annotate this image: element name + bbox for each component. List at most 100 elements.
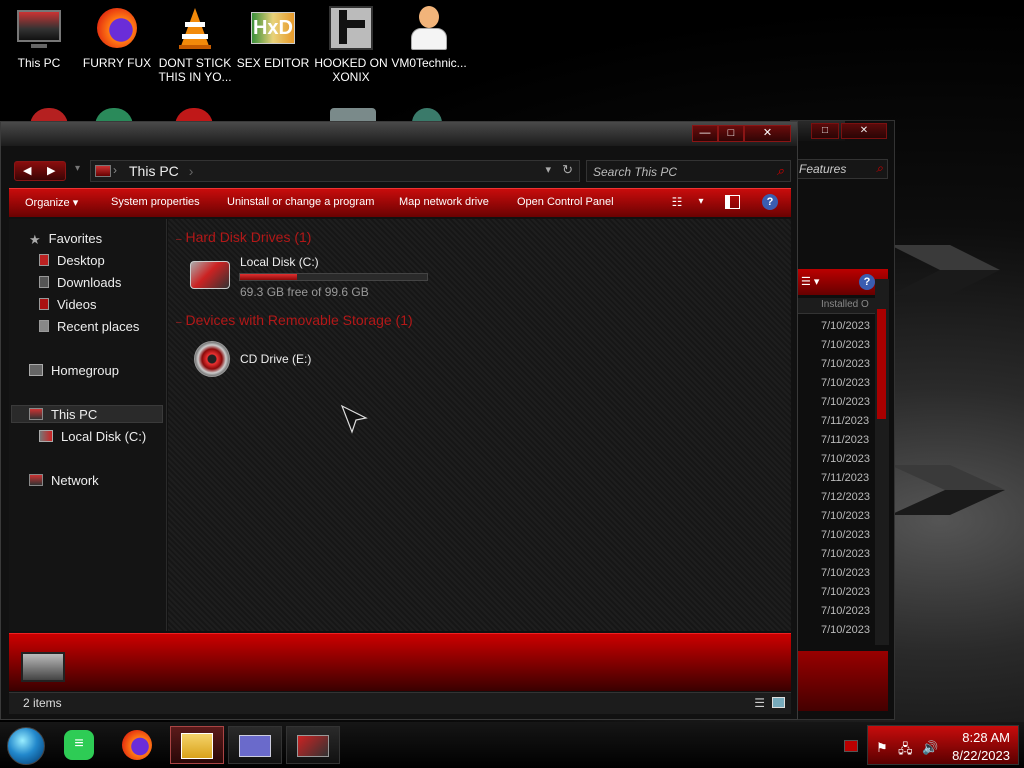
nav-item-videos[interactable]: Videos [39,297,97,312]
maximize-button[interactable]: □ [718,125,744,142]
uninstall-program-button[interactable]: Uninstall or change a program [227,196,374,208]
details-pane [9,633,791,691]
vertical-scrollbar[interactable] [875,279,889,645]
action-center-flag-icon[interactable]: ⚑ [876,740,888,756]
start-orb-icon[interactable] [7,727,45,765]
help-icon[interactable]: ? [859,274,875,290]
map-network-drive-button[interactable]: Map network drive [399,196,489,208]
open-control-panel-button[interactable]: Open Control Panel [517,196,614,208]
desktop-icon-furry-fux[interactable]: FURRY FUX [78,4,156,70]
list-item[interactable]: 7/12/2023 [821,488,877,507]
list-item[interactable]: 7/10/2023 [821,336,877,355]
address-bar[interactable]: › This PC › ▾ ↻ [90,160,580,182]
nav-item-desktop[interactable]: Desktop [39,253,105,268]
forward-arrow-icon[interactable]: ▶ [47,164,55,177]
list-item[interactable]: 7/10/2023 [821,545,877,564]
address-breadcrumb-separator-icon[interactable]: › [189,163,194,179]
list-item[interactable]: 7/11/2023 [821,469,877,488]
taskbar-notes-app[interactable]: ≡ [54,726,108,764]
drive-free-space: 69.3 GB free of 99.6 GB [240,285,369,299]
address-text: This PC [129,163,179,179]
list-item[interactable]: 7/11/2023 [821,431,877,450]
list-item[interactable]: 7/11/2023 [821,412,877,431]
list-item[interactable]: 7/10/2023 [821,564,877,583]
nav-item-favorites[interactable]: ★ Favorites [29,231,102,248]
taskbar-graphics-app[interactable] [286,726,340,764]
graphics-card-icon [297,735,329,757]
network-icon[interactable]: 🖧 [898,740,913,762]
scrollbar-thumb[interactable] [877,309,886,419]
details-view-icon[interactable]: ☰ [754,696,765,710]
group-header-label: Devices with Removable Storage (1) [185,312,413,328]
desktop-icon-label: SEX EDITOR [236,56,310,70]
nav-label: Videos [57,297,97,312]
large-icons-view-icon[interactable] [772,697,785,708]
close-button[interactable]: ✕ [744,125,791,142]
view-options-icon[interactable]: ☰ ▾ [801,275,819,288]
desktop-icon-vm0technician[interactable]: VM0Technic... [390,4,468,70]
nav-label: Homegroup [51,363,119,378]
minimize-button[interactable]: — [692,125,718,142]
nav-item-local-disk[interactable]: Local Disk (C:) [39,429,146,444]
desktop-icon-this-pc[interactable]: This PC [0,4,78,70]
desktop-icon-sex-editor[interactable]: HxD SEX EDITOR [234,4,312,70]
volume-icon[interactable]: 🔊 [922,740,938,756]
window-titlebar[interactable] [1,122,797,146]
background-close-button[interactable]: ✕ [841,123,887,139]
desktop-icon-dont-stick[interactable]: DONT STICK THIS IN YO... [156,4,234,84]
address-history-dropdown-icon[interactable]: ▾ [545,163,551,176]
desktop-icon-label: FURRY FUX [82,56,152,70]
drive-tile-local-disk[interactable]: Local Disk (C:) 69.3 GB free of 99.6 GB [186,253,436,299]
view-dropdown-chevron-icon[interactable]: ▾ [693,194,709,210]
refresh-icon[interactable]: ↻ [562,162,573,178]
list-item[interactable]: 7/10/2023 [821,374,877,393]
list-item[interactable]: 7/10/2023 [821,621,877,640]
nav-item-network[interactable]: Network [29,473,99,488]
help-button[interactable]: ? [762,194,778,210]
list-item[interactable]: 7/10/2023 [821,583,877,602]
back-arrow-icon[interactable]: ◀ [23,164,31,177]
group-header-hard-disk-drives[interactable]: – Hard Disk Drives (1) [176,229,311,245]
desktop-icon-hooked-on-xonix[interactable]: HOOKED ON XONIX [312,4,390,84]
list-item[interactable]: 7/10/2023 [821,526,877,545]
drive-tile-cd-drive[interactable]: CD Drive (E:) [186,339,386,379]
mouse-cursor-icon [340,404,368,434]
column-header-installed-on[interactable]: Installed O [791,298,877,314]
list-item[interactable]: 7/10/2023 [821,355,877,374]
list-item[interactable]: 7/10/2023 [821,602,877,621]
this-pc-icon [95,165,111,177]
show-hidden-icons-button[interactable] [844,740,858,752]
group-header-label: Hard Disk Drives (1) [185,229,312,245]
explorer-window[interactable]: — □ ✕ ◀ ▶ ▾ › This PC › ▾ ↻ Search This … [0,121,798,720]
search-icon[interactable]: ⌕ [777,163,784,179]
nav-item-downloads[interactable]: Downloads [39,275,121,290]
preview-pane-icon[interactable] [725,195,740,209]
change-view-icon[interactable]: ☷ [669,194,685,210]
group-header-removable-storage[interactable]: – Devices with Removable Storage (1) [176,312,413,328]
nav-item-this-pc[interactable]: This PC [29,407,97,422]
hard-drive-icon [190,261,230,289]
taskbar-firefox[interactable] [112,726,166,764]
list-item[interactable]: 7/10/2023 [821,393,877,412]
taskbar-control-panel[interactable] [228,726,282,764]
background-maximize-button[interactable]: □ [811,123,839,139]
organize-button[interactable]: Organize ▾ [25,196,78,209]
nav-item-recent-places[interactable]: Recent places [39,319,139,334]
background-details-pane [791,651,888,711]
background-search-input[interactable]: Features ⌕ [794,159,888,179]
breadcrumb-separator-icon[interactable]: › [113,163,117,177]
list-item[interactable]: 7/10/2023 [821,507,877,526]
chevron-down-icon: ▾ [72,197,79,209]
system-properties-button[interactable]: System properties [111,196,200,208]
background-window[interactable]: □ ✕ Features ⌕ ☰ ▾ ? Installed O 7/10/20… [790,120,895,720]
recent-locations-dropdown-icon[interactable]: ▾ [75,163,80,174]
clock[interactable]: 8:28 AM 8/22/2023 [952,729,1010,765]
column-header-label: Installed O [821,299,869,310]
taskbar-file-explorer[interactable] [170,726,224,764]
nav-item-homegroup[interactable]: Homegroup [29,363,119,378]
list-item[interactable]: 7/10/2023 [821,450,877,469]
search-input[interactable]: Search This PC ⌕ [586,160,791,182]
list-item[interactable]: 7/10/2023 [821,317,877,336]
firefox-icon [122,730,152,760]
content-pane: – Hard Disk Drives (1) Local Disk (C:) 6… [168,219,791,631]
